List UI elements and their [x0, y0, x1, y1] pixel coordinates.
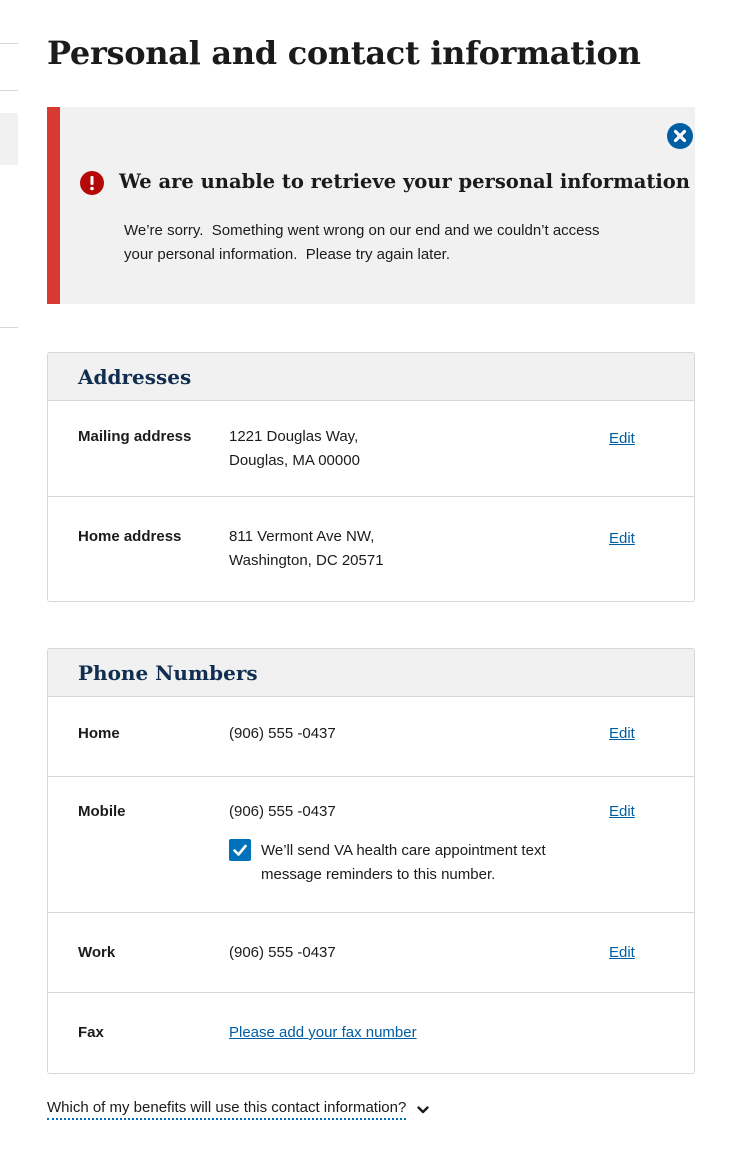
- add-fax-link[interactable]: Please add your fax number: [229, 1021, 417, 1045]
- addresses-title: Addresses: [78, 364, 192, 389]
- fax-label: Fax: [78, 1024, 104, 1041]
- home-phone-row: Home (906) 555 -0437 Edit: [48, 697, 694, 777]
- mailing-address-line1: 1221 Douglas Way,: [229, 428, 359, 445]
- work-phone-row: Work (906) 555 -0437 Edit: [48, 913, 694, 993]
- home-address-edit-link[interactable]: Edit: [609, 530, 635, 547]
- phone-numbers-card: Phone Numbers Home (906) 555 -0437 Edit …: [47, 648, 695, 1074]
- fax-row: Fax Please add your fax number: [48, 993, 694, 1073]
- addresses-card: Addresses Mailing address 1221 Douglas W…: [47, 352, 695, 602]
- benefits-info-expander-label[interactable]: Which of my benefits will use this conta…: [47, 1099, 407, 1120]
- home-address-value: 811 Vermont Ave NW, Washington, DC 20571: [229, 525, 384, 573]
- mailing-address-value: 1221 Douglas Way, Douglas, MA 00000: [229, 425, 360, 473]
- addresses-header: Addresses: [48, 353, 694, 401]
- side-nav-divider: [0, 327, 18, 328]
- phone-numbers-title: Phone Numbers: [78, 660, 258, 685]
- benefits-info-expander[interactable]: Which of my benefits will use this conta…: [47, 1099, 430, 1120]
- close-icon[interactable]: [667, 123, 693, 149]
- home-address-line2: Washington, DC 20571: [229, 552, 384, 569]
- alert-body: We’re sorry. Something went wrong on our…: [124, 222, 604, 263]
- alert-heading: We are unable to retrieve your personal …: [119, 170, 690, 193]
- side-nav-divider: [0, 43, 18, 44]
- mailing-address-label: Mailing address: [78, 428, 192, 445]
- reminder-checkbox[interactable]: [229, 839, 251, 861]
- page-title: Personal and contact information: [47, 34, 641, 72]
- checkmark-icon: [233, 844, 247, 856]
- phone-numbers-header: Phone Numbers: [48, 649, 694, 697]
- reminder-checkbox-label[interactable]: We’ll send VA health care appointment te…: [261, 839, 561, 887]
- home-address-line1: 811 Vermont Ave NW,: [229, 528, 375, 545]
- mailing-address-line2: Douglas, MA 00000: [229, 452, 360, 469]
- work-phone-label: Work: [78, 944, 116, 961]
- work-phone-edit-link[interactable]: Edit: [609, 944, 635, 961]
- home-phone-value: (906) 555 -0437: [229, 725, 336, 742]
- side-nav-active-item[interactable]: [0, 113, 18, 165]
- home-phone-label: Home: [78, 725, 120, 742]
- error-icon: [80, 171, 104, 195]
- chevron-down-icon: [417, 1105, 430, 1113]
- mobile-phone-label: Mobile: [78, 803, 126, 820]
- home-address-row: Home address 811 Vermont Ave NW, Washing…: [48, 497, 694, 601]
- mobile-phone-edit-link[interactable]: Edit: [609, 803, 635, 820]
- error-alert: We are unable to retrieve your personal …: [47, 107, 695, 304]
- home-address-label: Home address: [78, 528, 182, 545]
- side-nav-divider: [0, 90, 18, 91]
- work-phone-value: (906) 555 -0437: [229, 944, 336, 961]
- mailing-address-edit-link[interactable]: Edit: [609, 430, 635, 447]
- mailing-address-row: Mailing address 1221 Douglas Way, Dougla…: [48, 401, 694, 497]
- mobile-phone-row: Mobile (906) 555 -0437 Edit We’ll send V…: [48, 777, 694, 913]
- home-phone-edit-link[interactable]: Edit: [609, 725, 635, 742]
- mobile-phone-value: (906) 555 -0437: [229, 803, 336, 820]
